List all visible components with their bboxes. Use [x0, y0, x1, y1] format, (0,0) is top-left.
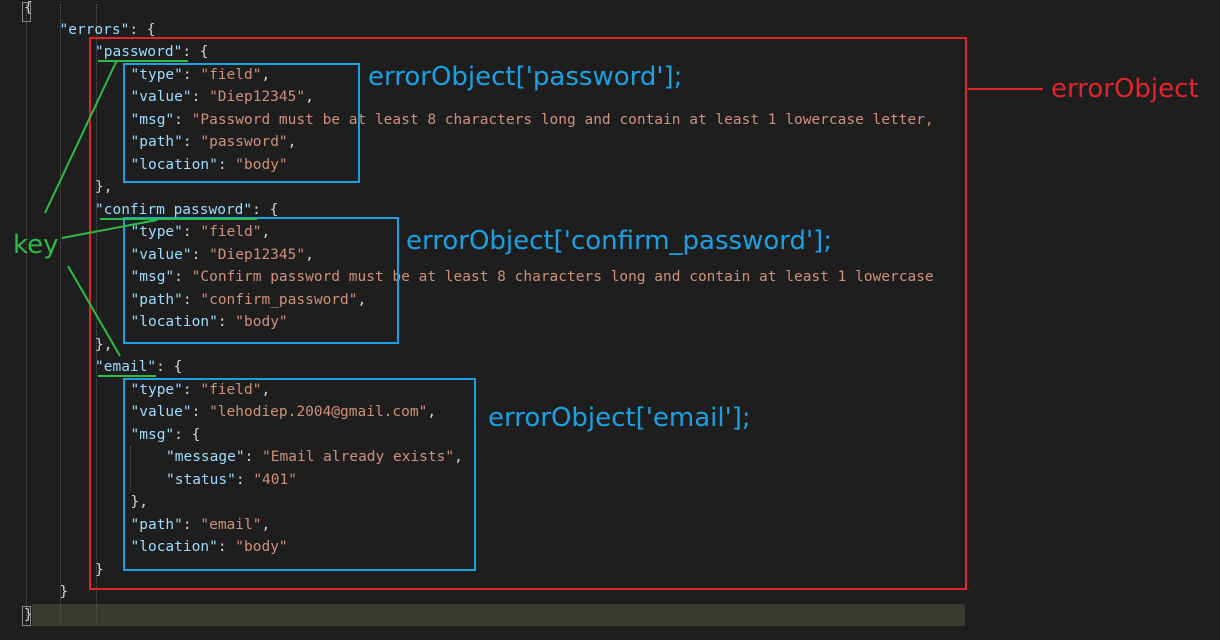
key-pointer-password [44, 59, 118, 214]
key-label: key [13, 230, 59, 260]
error-object-label: errorObject [1051, 74, 1199, 104]
annotation-arrows [44, 59, 1043, 377]
key-pointer-email [67, 265, 121, 357]
email-label: errorObject['email']; [488, 403, 751, 433]
key-pointer-confirm-password [61, 219, 158, 239]
password-label: errorObject['password']; [368, 62, 683, 92]
confirm-password-label: errorObject['confirm_password']; [406, 226, 833, 256]
